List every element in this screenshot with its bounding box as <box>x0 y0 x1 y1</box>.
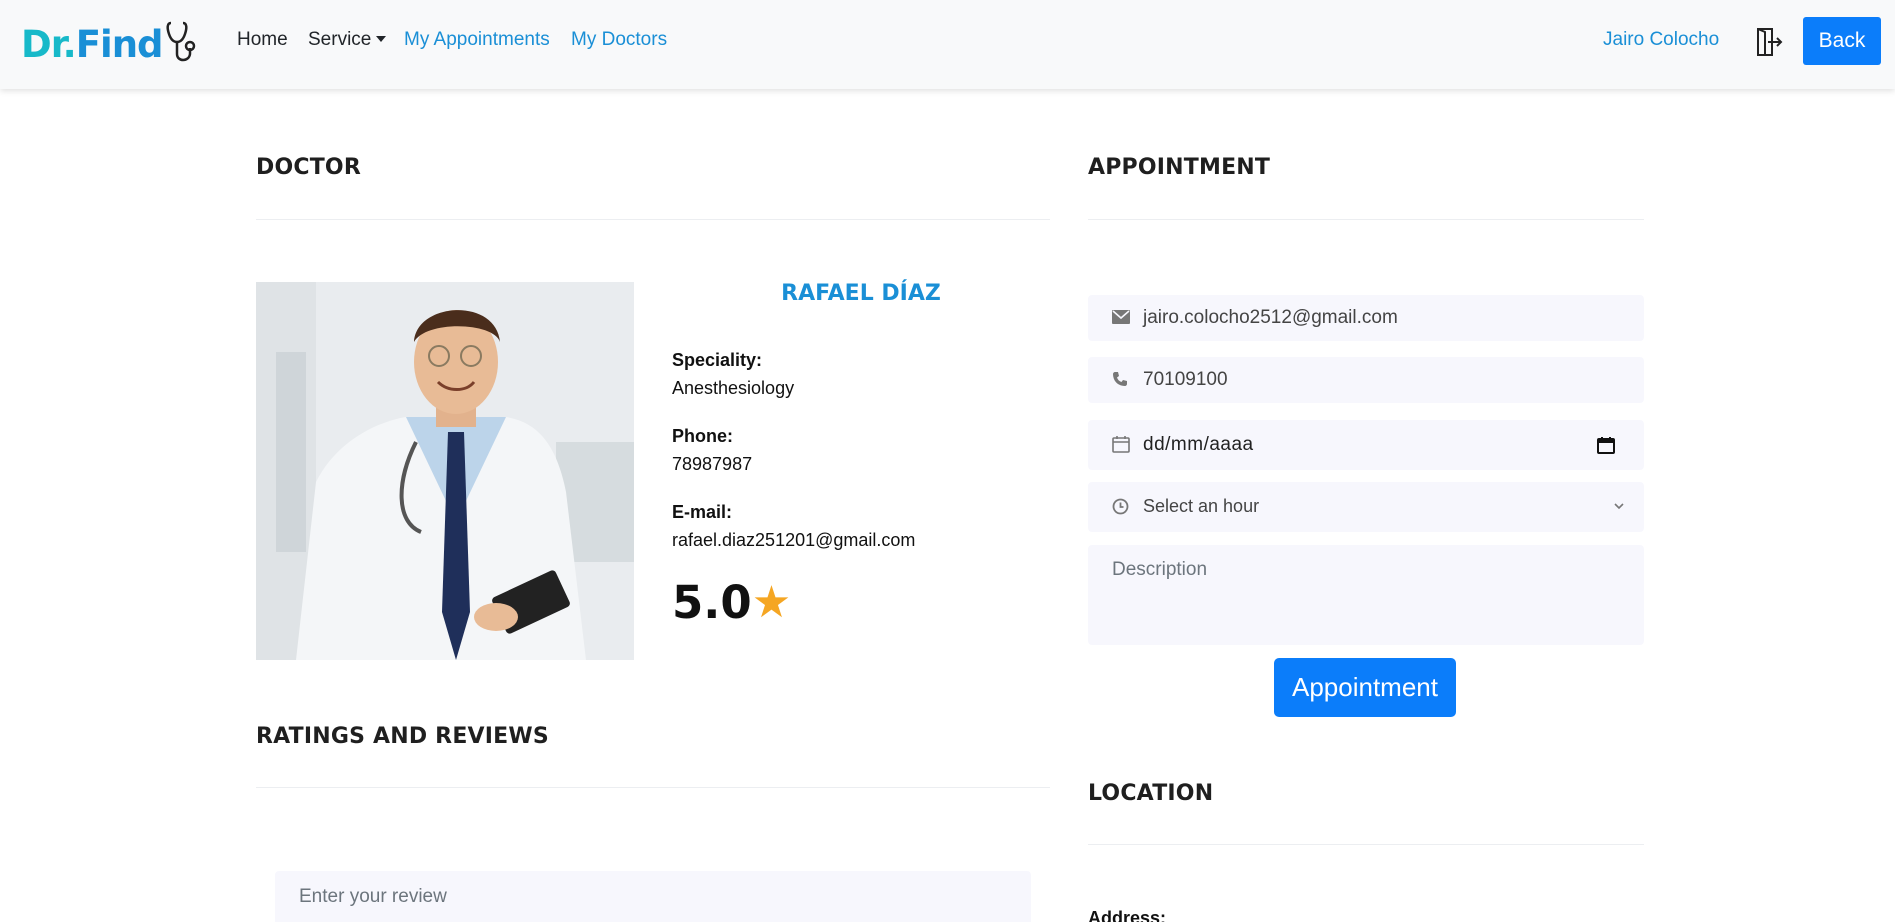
doctor-photo <box>256 282 634 660</box>
review-input[interactable]: Enter your review <box>275 871 1031 922</box>
review-placeholder: Enter your review <box>299 886 447 907</box>
appointment-submit-button[interactable]: Appointment <box>1274 658 1456 717</box>
brand-logo[interactable]: Dr.Find <box>21 18 199 70</box>
location-section-title: LOCATION <box>1088 781 1214 806</box>
patient-email-value: jairo.colocho2512@gmail.com <box>1143 307 1398 328</box>
doctor-name: RAFAEL DÍAZ <box>781 281 941 306</box>
email-value: rafael.diaz251201@gmail.com <box>672 530 916 550</box>
email-label: E-mail: <box>672 502 733 522</box>
calendar-icon <box>1112 436 1130 453</box>
nav-home-link[interactable]: Home <box>237 28 288 52</box>
date-placeholder: dd/mm/aaaa <box>1143 434 1254 455</box>
nav-service-dropdown[interactable]: Service <box>308 28 387 52</box>
reviews-section-title: RATINGS AND REVIEWS <box>256 724 549 749</box>
logo-text-dr: Dr. <box>21 22 77 66</box>
reviews-divider <box>256 787 1050 788</box>
chevron-down-icon <box>1614 503 1624 510</box>
patient-phone-value: 70109100 <box>1143 369 1228 390</box>
phone-value: 78987987 <box>672 454 753 474</box>
speciality-value: Anesthesiology <box>672 378 795 398</box>
patient-phone-field[interactable]: 70109100 <box>1088 357 1644 403</box>
caret-down-icon <box>376 36 387 42</box>
speciality-label: Speciality: <box>672 350 763 370</box>
doctor-section-title: DOCTOR <box>256 155 361 180</box>
stethoscope-icon <box>165 21 195 62</box>
back-button[interactable]: Back <box>1803 17 1881 65</box>
clock-icon <box>1112 498 1129 515</box>
address-label: Address: <box>1088 908 1167 922</box>
patient-email-field[interactable]: jairo.colocho2512@gmail.com <box>1088 295 1644 341</box>
appointment-date-field[interactable]: dd/mm/aaaa <box>1088 420 1644 470</box>
phone-label: Phone: <box>672 426 733 446</box>
description-placeholder: Description <box>1112 559 1208 580</box>
logo-text-find: Find <box>75 22 164 66</box>
location-divider <box>1088 844 1644 845</box>
nav-my-appointments-link[interactable]: My Appointments <box>404 28 550 52</box>
doctor-divider <box>256 219 1050 220</box>
rating-value: 5.0 <box>672 576 752 629</box>
description-textarea[interactable]: Description <box>1088 545 1644 645</box>
nav-service-label: Service <box>308 29 372 50</box>
user-name-link[interactable]: Jairo Colocho <box>1603 28 1719 52</box>
phone-icon <box>1113 372 1127 386</box>
envelope-icon <box>1112 310 1130 324</box>
hour-select[interactable]: Select an hour <box>1088 482 1644 532</box>
date-picker-icon[interactable] <box>1597 436 1615 454</box>
nav-my-doctors-link[interactable]: My Doctors <box>571 28 667 52</box>
star-icon: ★ <box>751 577 792 628</box>
appointment-section-title: APPOINTMENT <box>1088 155 1271 180</box>
doctor-rating: 5.0 ★ <box>672 576 791 629</box>
logout-icon[interactable] <box>1756 27 1784 57</box>
top-navbar: Dr.Find Home Service My Appointments My … <box>0 0 1895 89</box>
appointment-divider <box>1088 219 1644 220</box>
hour-placeholder: Select an hour <box>1143 496 1260 516</box>
